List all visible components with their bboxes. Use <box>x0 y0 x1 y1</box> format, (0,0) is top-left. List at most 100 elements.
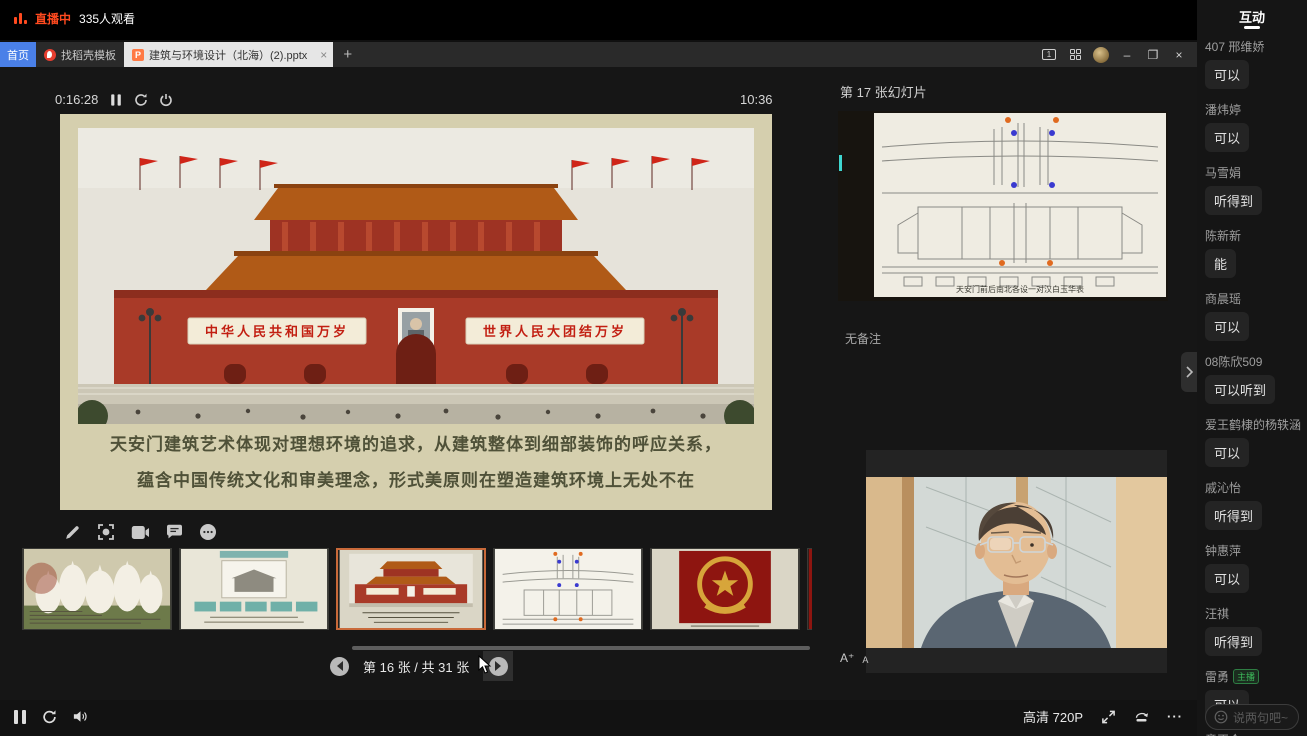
live-signal-icon <box>14 13 27 24</box>
pause-session-icon[interactable] <box>108 92 123 107</box>
chat-message: 407 邢维娇 可以 <box>1205 38 1303 89</box>
chat-input[interactable]: 说两句吧~ <box>1205 704 1299 730</box>
tab-docer-templates[interactable]: 找稻壳模板 <box>36 42 124 67</box>
chat-username: 马雪娟 <box>1205 166 1241 180</box>
previous-slide-button[interactable] <box>330 657 349 676</box>
chat-bubble: 可以 <box>1205 564 1249 593</box>
slide-thumbnail-partial[interactable] <box>807 548 812 630</box>
chat-message: 戚沁怡 听得到 <box>1205 479 1303 530</box>
chat-message: 马雪娟 听得到 <box>1205 164 1303 215</box>
chat-message-list[interactable]: 407 邢维娇 可以 潘炜婷 可以 马雪娟 听得到 陈新新 能 商晨瑶 可以 0… <box>1205 38 1303 736</box>
chat-bubble: 听得到 <box>1205 501 1262 530</box>
chat-username: 戚沁怡 <box>1205 481 1241 495</box>
slide-thumbnail-stupas[interactable] <box>22 548 172 630</box>
more-controls-icon[interactable]: ··· <box>1167 709 1183 724</box>
chat-username: 钟惠萍 <box>1205 544 1241 558</box>
refresh-session-icon[interactable] <box>133 92 148 107</box>
tab-home-label: 首页 <box>7 47 29 63</box>
slide-position-label: 第 16 张 / 共 31 张 <box>363 657 469 676</box>
chat-message: 童正合 签到过了么 <box>1205 731 1303 736</box>
chat-message: 陈新新 能 <box>1205 227 1303 278</box>
mouse-cursor <box>478 655 492 675</box>
chat-username: 407 邢维娇 <box>1205 40 1264 54</box>
restore-button[interactable]: ❐ <box>1145 47 1161 63</box>
next-slide-preview: 天安门前后南北各设一对汉白玉华表 <box>838 111 1168 301</box>
tiananmen-photo: 中华人民共和国万岁 世界人民大团结万岁 <box>78 128 754 424</box>
slide-thumbnail-emblem[interactable] <box>650 548 800 630</box>
font-increase-icon[interactable]: A⁺ <box>840 651 854 665</box>
preview-caption: 天安门前后南北各设一对汉白玉华表 <box>874 284 1166 295</box>
refresh-playback-icon[interactable] <box>42 709 57 724</box>
chat-username: 汪祺 <box>1205 607 1229 621</box>
collapse-panel-handle[interactable] <box>1181 352 1197 392</box>
notes-panel-title: 第 17 张幻灯片 <box>840 82 927 101</box>
camera-icon[interactable] <box>130 522 150 542</box>
chat-bubble: 可以 <box>1205 438 1249 467</box>
font-decrease-icon[interactable]: A <box>862 655 868 665</box>
chat-message: 钟惠萍 可以 <box>1205 542 1303 593</box>
banner-right-text: 世界人民大团结万岁 <box>483 324 627 339</box>
chat-message: 爱王鹤棣的杨轶涵 可以 <box>1205 416 1303 467</box>
chat-username: 雷勇 <box>1205 670 1229 684</box>
live-player-area: 0:16:28 10:36 <box>0 67 1197 736</box>
chat-username: 潘炜婷 <box>1205 103 1241 117</box>
tab-home[interactable]: 首页 <box>0 42 36 67</box>
quality-selector[interactable]: 高清 720P <box>1023 707 1083 726</box>
tab-active-underline <box>1244 26 1260 29</box>
chat-message: 潘炜婷 可以 <box>1205 101 1303 152</box>
volume-icon[interactable] <box>73 709 88 724</box>
slide-thumbnail-tiananmen-current[interactable] <box>336 548 486 630</box>
no-notes-label: 无备注 <box>845 330 881 347</box>
emoji-icon[interactable] <box>1214 710 1228 724</box>
grid-layout-icon[interactable] <box>1067 47 1083 63</box>
interaction-sidebar: 互动 407 邢维娇 可以 潘炜婷 可以 马雪娟 听得到 陈新新 能 商晨瑶 可… <box>1197 0 1307 736</box>
slide-thumbnail-strip[interactable] <box>22 548 812 632</box>
tab-presentation-label: 建筑与环境设计（北海）(2).pptx <box>149 47 307 63</box>
close-tab-icon[interactable]: × <box>320 48 327 62</box>
pencil-icon[interactable] <box>62 522 82 542</box>
chat-message: 商晨瑶 可以 <box>1205 290 1303 341</box>
docer-icon <box>44 49 56 61</box>
slide-thumbnail-drawing[interactable] <box>179 548 329 630</box>
focus-frame-icon[interactable] <box>96 522 116 542</box>
live-status-label: 直播中 <box>35 10 71 27</box>
banner-left-text: 中华人民共和国万岁 <box>205 324 349 339</box>
chat-message: 汪祺 听得到 <box>1205 605 1303 656</box>
more-options-icon[interactable] <box>198 522 218 542</box>
chat-username: 08陈欣509 <box>1205 355 1262 369</box>
pause-playback-icon[interactable] <box>14 710 26 724</box>
tab-presentation-file[interactable]: P 建筑与环境设计（北海）(2).pptx × <box>124 42 333 67</box>
chat-bubble: 听得到 <box>1205 627 1262 656</box>
chat-bubble: 可以听到 <box>1205 375 1275 404</box>
minimize-button[interactable]: – <box>1119 47 1135 63</box>
chat-bubble: 可以 <box>1205 60 1249 89</box>
host-badge: 主播 <box>1233 669 1259 684</box>
chat-username: 商晨瑶 <box>1205 292 1241 306</box>
thumbnail-scrollbar[interactable] <box>352 646 810 650</box>
notes-font-size-controls[interactable]: A⁺ A <box>840 651 868 665</box>
live-status-bar: 直播中 335人观看 <box>0 0 1197 40</box>
ppt-file-icon: P <box>132 49 144 61</box>
fullscreen-icon[interactable] <box>1101 709 1116 724</box>
close-window-button[interactable]: × <box>1171 47 1187 63</box>
browser-tab-bar: 首页 找稻壳模板 P 建筑与环境设计（北海）(2).pptx × + 1 – ❐… <box>0 42 1197 67</box>
rotate-screen-icon[interactable] <box>1134 709 1149 724</box>
chat-bubble-icon[interactable] <box>164 522 184 542</box>
chat-bubble: 可以 <box>1205 123 1249 152</box>
chat-username: 爱王鹤棣的杨轶涵 <box>1205 418 1301 432</box>
session-controls: 0:16:28 <box>55 92 173 107</box>
account-avatar[interactable] <box>1093 47 1109 63</box>
tab-docer-label: 找稻壳模板 <box>61 47 116 63</box>
new-tab-button[interactable]: + <box>333 42 362 67</box>
slide-thumbnail-blueprint[interactable] <box>493 548 643 630</box>
viewer-count: 335人观看 <box>79 10 135 27</box>
app-root: 直播中 335人观看 首页 找稻壳模板 P 建筑与环境设计（北海）(2).ppt… <box>0 0 1307 736</box>
chat-bubble: 能 <box>1205 249 1236 278</box>
power-icon[interactable] <box>158 92 173 107</box>
slide-caption-line2: 蕴含中国传统文化和审美理念，形式美原则在塑造建筑环境上无处不在 <box>60 466 772 491</box>
slide-caption-line1: 天安门建筑艺术体现对理想环境的追求，从建筑整体到细部装饰的呼应关系， <box>60 430 772 455</box>
tab-preview-icon[interactable]: 1 <box>1041 47 1057 63</box>
huabiao-drawing <box>874 113 1166 297</box>
current-time: 10:36 <box>740 92 773 107</box>
elapsed-time: 0:16:28 <box>55 92 98 107</box>
